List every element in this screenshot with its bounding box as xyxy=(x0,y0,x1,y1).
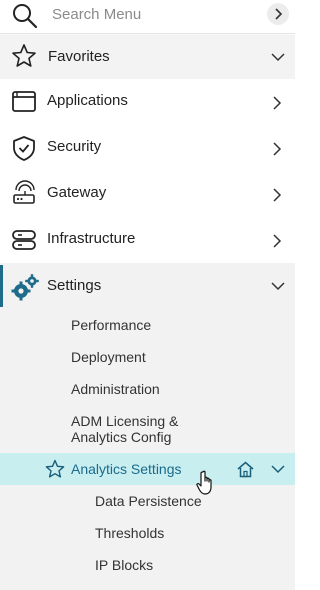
window-icon xyxy=(10,88,38,116)
analytics-settings-label: Analytics Settings xyxy=(71,461,182,477)
gateway-icon xyxy=(10,180,38,208)
chevron-down-icon xyxy=(270,49,286,65)
submenu-item-deployment[interactable]: Deployment xyxy=(71,349,146,365)
chevron-right-icon xyxy=(268,186,286,204)
submenu-item-analytics-settings[interactable]: Analytics Settings xyxy=(0,453,295,485)
nav-item-settings[interactable]: Settings xyxy=(0,263,295,309)
submenu-item-performance[interactable]: Performance xyxy=(71,317,151,333)
nav-item-gateway[interactable]: Gateway xyxy=(0,171,295,217)
submenu-item-thresholds[interactable]: Thresholds xyxy=(95,525,164,541)
nav-item-applications[interactable]: Applications xyxy=(0,79,295,125)
nav-item-label: Security xyxy=(47,138,102,155)
home-icon[interactable] xyxy=(236,460,255,479)
favorites-label: Favorites xyxy=(48,48,110,65)
hand-cursor-icon xyxy=(196,470,218,496)
gears-icon xyxy=(11,272,41,302)
nav-item-label: Gateway xyxy=(47,184,107,201)
chevron-right-icon xyxy=(268,232,286,250)
submenu-item-ip-blocks[interactable]: IP Blocks xyxy=(95,557,153,573)
favorite-star-icon[interactable] xyxy=(45,459,65,479)
search-input[interactable]: Search Menu xyxy=(52,6,141,23)
chevron-down-icon[interactable] xyxy=(270,461,286,477)
chevron-down-icon xyxy=(270,278,286,294)
chevron-right-icon xyxy=(275,8,283,20)
nav-item-label: Applications xyxy=(47,92,128,109)
search-icon xyxy=(11,2,39,30)
collapse-menu-button[interactable] xyxy=(267,3,289,25)
favorites-section[interactable]: Favorites xyxy=(0,35,295,80)
server-icon xyxy=(10,226,38,254)
chevron-right-icon xyxy=(268,140,286,158)
search-bar[interactable]: Search Menu xyxy=(0,0,295,34)
submenu-item-data-persistence[interactable]: Data Persistence xyxy=(95,493,202,509)
shield-icon xyxy=(10,134,38,162)
navigation-menu: Search Menu Favorites Applications Secur… xyxy=(0,0,295,590)
star-icon xyxy=(11,43,37,69)
submenu-item-label-line1: ADM Licensing & xyxy=(71,413,179,429)
submenu-item-label-line2: Analytics Config xyxy=(71,429,172,445)
nav-item-security[interactable]: Security xyxy=(0,125,295,171)
nav-item-infrastructure[interactable]: Infrastructure xyxy=(0,217,295,263)
nav-item-label: Infrastructure xyxy=(47,230,136,247)
chevron-right-icon xyxy=(268,94,286,112)
submenu-item-administration[interactable]: Administration xyxy=(71,381,160,397)
submenu-item-adm-licensing[interactable]: ADM Licensing & Analytics Config xyxy=(71,413,178,445)
settings-label: Settings xyxy=(47,277,102,294)
